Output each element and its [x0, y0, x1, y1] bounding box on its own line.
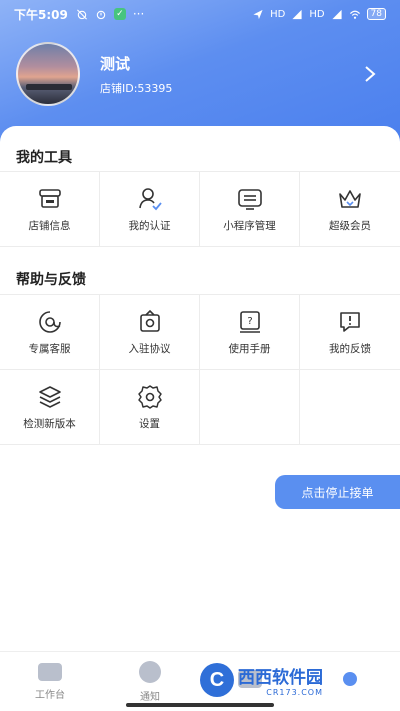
- tools-grid: 店铺信息 我的认证 小程序管理 超级会员: [0, 171, 400, 247]
- watermark-main-text: 西西软件园: [238, 668, 323, 688]
- workbench-icon: [38, 662, 62, 681]
- crown-icon: [339, 189, 361, 208]
- location-icon: [253, 9, 263, 19]
- status-left-icons: ✓ ···: [76, 7, 144, 21]
- watermark-sub-text: CR173.COM: [266, 688, 323, 697]
- feedback-icon: [340, 311, 360, 332]
- layers-icon: [38, 385, 61, 408]
- tool-my-verification[interactable]: 我的认证: [100, 172, 200, 247]
- signal-icon-2: [331, 9, 342, 19]
- watermark-text: 西西软件园 CR173.COM: [238, 663, 323, 697]
- chat-bubble-icon: [139, 660, 161, 683]
- help-label: 检测新版本: [23, 417, 76, 430]
- shop-name: 测试: [100, 54, 131, 73]
- tab-label: 通知: [140, 691, 160, 703]
- help-label: 专属客服: [28, 342, 71, 355]
- help-grid: 专属客服 入驻协议 ? 使用手册 我的反馈 检测新版本 设置: [0, 294, 400, 445]
- help-manual[interactable]: ? 使用手册: [200, 295, 300, 370]
- user-verify-icon: [138, 187, 162, 210]
- agreement-icon: [139, 309, 160, 332]
- status-bar: 下午5:09 ✓ ··· HD HD 78: [0, 0, 400, 28]
- watermark-overlay: C 西西软件园 CR173.COM: [200, 660, 380, 700]
- status-right-icons: HD HD 78: [252, 8, 386, 20]
- signal-label-2: HD: [309, 8, 325, 20]
- help-label: 使用手册: [228, 342, 271, 355]
- check-app-icon: ✓: [113, 8, 126, 20]
- help-check-version[interactable]: 检测新版本: [0, 370, 100, 445]
- store-icon: [38, 188, 61, 208]
- help-customer-service[interactable]: 专属客服: [0, 295, 100, 370]
- tab-label: 工作台: [35, 689, 65, 701]
- stop-orders-button[interactable]: 点击停止接单: [275, 475, 400, 509]
- status-time: 下午5:09: [14, 7, 68, 22]
- avatar[interactable]: [16, 42, 80, 106]
- alarm-icon: [96, 10, 106, 19]
- customer-service-icon: [38, 310, 61, 333]
- battery-indicator: 78: [366, 8, 386, 20]
- tool-store-info[interactable]: 店铺信息: [0, 172, 100, 247]
- wifi-icon: [349, 10, 360, 19]
- chevron-right-icon[interactable]: [364, 65, 376, 83]
- profile-row[interactable]: 测试 店铺ID:53395: [16, 42, 386, 106]
- more-dots-icon: ···: [132, 7, 145, 21]
- help-feedback[interactable]: 我的反馈: [300, 295, 400, 370]
- tool-mini-program[interactable]: 小程序管理: [200, 172, 300, 247]
- home-indicator: [126, 703, 274, 707]
- tools-section-title: 我的工具: [16, 150, 72, 166]
- shop-id: 店铺ID:53395: [100, 81, 173, 95]
- watermark-logo: C: [200, 663, 234, 697]
- svg-text:?: ?: [247, 316, 252, 327]
- help-section-title: 帮助与反馈: [16, 272, 86, 288]
- help-label: 我的反馈: [329, 342, 371, 355]
- signal-icon-1: [292, 9, 302, 19]
- tool-label: 我的认证: [128, 219, 171, 232]
- help-settings[interactable]: 设置: [100, 370, 200, 445]
- help-empty-cell: [300, 370, 400, 445]
- tool-label: 小程序管理: [223, 219, 276, 232]
- mini-program-icon: [237, 188, 262, 210]
- tool-label: 超级会员: [329, 219, 371, 232]
- tab-workbench[interactable]: 工作台: [0, 652, 100, 711]
- help-empty-cell: [200, 370, 300, 445]
- help-agreement[interactable]: 入驻协议: [100, 295, 200, 370]
- help-label: 设置: [139, 417, 160, 430]
- alarm-off-icon: [76, 9, 87, 19]
- tool-super-member[interactable]: 超级会员: [300, 172, 400, 247]
- tool-label: 店铺信息: [28, 219, 71, 232]
- signal-label-1: HD: [270, 8, 286, 20]
- manual-icon: ?: [239, 310, 260, 333]
- profile-text: 测试 店铺ID:53395: [100, 53, 172, 96]
- gear-icon: [137, 384, 162, 409]
- help-label: 入驻协议: [128, 342, 171, 355]
